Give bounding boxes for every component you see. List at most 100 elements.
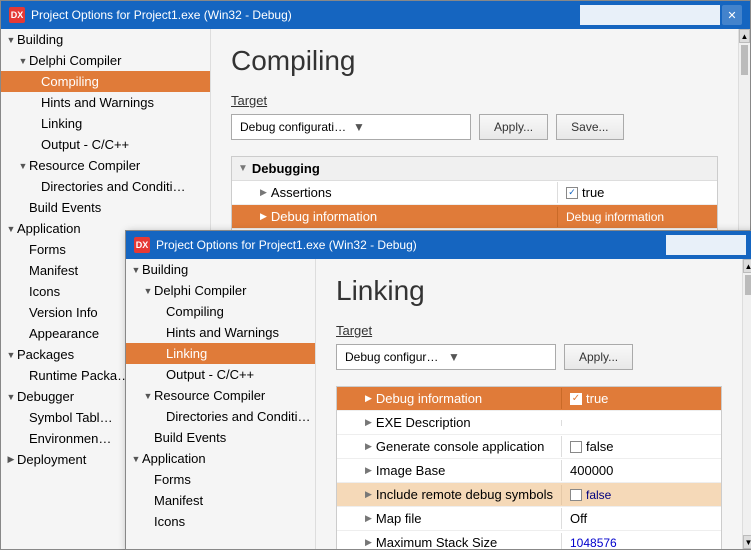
dropdown-arrow-icon: ▼ xyxy=(353,120,462,134)
overlay-apply-button[interactable]: Apply... xyxy=(564,344,633,370)
link-row-arrow5: ▶ xyxy=(365,489,372,500)
main-search-input[interactable] xyxy=(580,5,720,25)
close-button[interactable]: ✕ xyxy=(722,5,742,25)
overlay-titlebar-left: DX Project Options for Project1.exe (Win… xyxy=(134,237,417,253)
image-base-name: ▶ Image Base xyxy=(337,460,561,481)
overlay-label-build: Build Events xyxy=(154,430,226,445)
overlay-label-building: Building xyxy=(142,262,188,277)
overlay-content: Linking Target Debug configuration - Win… xyxy=(316,259,742,549)
sidebar-item-hints[interactable]: Hints and Warnings xyxy=(1,92,210,113)
sidebar-label-building: Building xyxy=(17,32,63,47)
sidebar-item-building[interactable]: Building xyxy=(1,29,210,50)
overlay-controls xyxy=(666,235,746,255)
link-debug-row[interactable]: ▶ Debug information ✓ true xyxy=(337,387,721,411)
sidebar-label-debugger: Debugger xyxy=(17,389,74,404)
sidebar-label-runtime: Runtime Packa… xyxy=(29,368,130,383)
overlay-search-input[interactable] xyxy=(666,235,746,255)
overlay-sidebar-app[interactable]: Application xyxy=(126,448,315,469)
max-stack-row[interactable]: ▶ Maximum Stack Size 1048576 xyxy=(337,531,721,549)
overlay-dropdown-value: Debug configuration - Windows 32-bit pla… xyxy=(345,350,444,364)
overlay-sidebar-hints[interactable]: Hints and Warnings xyxy=(126,322,315,343)
sidebar-item-compiling[interactable]: Compiling xyxy=(1,71,210,92)
overlay-sidebar-manifest[interactable]: Manifest xyxy=(126,490,315,511)
overlay-arrow-build xyxy=(142,432,154,444)
apply-button[interactable]: Apply... xyxy=(479,114,548,140)
overlay-arrow-hints xyxy=(154,327,166,339)
overlay-body: Building Delphi Compiler Compiling Hints… xyxy=(126,259,751,549)
overlay-target-dropdown[interactable]: Debug configuration - Windows 32-bit pla… xyxy=(336,344,556,370)
overlay-target-label: Target xyxy=(336,323,722,338)
sidebar-item-linking[interactable]: Linking xyxy=(1,113,210,134)
debug-info-row[interactable]: ▶ Debug information Debug information xyxy=(232,205,717,229)
overlay-sidebar-dirs[interactable]: Directories and Conditi… xyxy=(126,406,315,427)
overlay-scroll-thumb[interactable] xyxy=(745,275,751,295)
main-titlebar: DX Project Options for Project1.exe (Win… xyxy=(1,1,750,29)
overlay-label-hints: Hints and Warnings xyxy=(166,325,279,340)
overlay-arrow-app xyxy=(130,453,142,465)
overlay-label-output: Output - C/C++ xyxy=(166,367,254,382)
assertions-row[interactable]: ▶ Assertions true xyxy=(232,181,717,205)
link-row-arrow2: ▶ xyxy=(365,417,372,428)
tree-arrow-delphi xyxy=(17,55,29,67)
overlay-target-row: Debug configuration - Windows 32-bit pla… xyxy=(336,344,722,370)
save-button[interactable]: Save... xyxy=(556,114,623,140)
overlay-arrow-dirs xyxy=(154,411,166,423)
overlay-scrollbar[interactable]: ▲ ▼ xyxy=(742,259,751,549)
overlay-sidebar-output[interactable]: Output - C/C++ xyxy=(126,364,315,385)
sidebar-label-build: Build Events xyxy=(29,200,101,215)
assertions-val: true xyxy=(557,182,717,203)
overlay-sidebar-build[interactable]: Build Events xyxy=(126,427,315,448)
sidebar-label-symbol: Symbol Tabl… xyxy=(29,410,113,425)
exe-desc-row[interactable]: ▶ EXE Description xyxy=(337,411,721,435)
tree-arrow-debugger xyxy=(5,391,17,403)
link-row-arrow7: ▶ xyxy=(365,537,372,548)
image-base-row[interactable]: ▶ Image Base 400000 xyxy=(337,459,721,483)
tree-arrow-symbol xyxy=(17,412,29,424)
overlay-arrow-forms xyxy=(142,474,154,486)
sidebar-label-version: Version Info xyxy=(29,305,98,320)
overlay-arrow-resource xyxy=(142,390,154,402)
max-stack-val: 1048576 xyxy=(561,533,721,550)
sidebar-item-delphi-compiler[interactable]: Delphi Compiler xyxy=(1,50,210,71)
remote-debug-val: false xyxy=(561,485,721,505)
overlay-sidebar-delphi[interactable]: Delphi Compiler xyxy=(126,280,315,301)
overlay-label-icons: Icons xyxy=(154,514,185,529)
sidebar-item-directories[interactable]: Directories and Conditi… xyxy=(1,176,210,197)
tree-arrow-version xyxy=(17,307,29,319)
tree-arrow-packages xyxy=(5,349,17,361)
scroll-thumb[interactable] xyxy=(741,45,748,75)
overlay-titlebar: DX Project Options for Project1.exe (Win… xyxy=(126,231,751,259)
sidebar-item-resource[interactable]: Resource Compiler xyxy=(1,155,210,176)
assertions-checkbox[interactable] xyxy=(566,187,578,199)
overlay-sidebar-linking[interactable]: Linking xyxy=(126,343,315,364)
scroll-up-btn[interactable]: ▲ xyxy=(739,29,750,43)
console-app-checkbox[interactable] xyxy=(570,441,582,453)
tree-arrow-appearance xyxy=(17,328,29,340)
page-title-linking: Linking xyxy=(336,275,722,307)
row-arrow-icon2: ▶ xyxy=(260,211,267,222)
tree-arrow-deploy xyxy=(5,454,17,466)
titlebar-left: DX Project Options for Project1.exe (Win… xyxy=(9,7,292,23)
debug-info-val: Debug information xyxy=(557,207,717,227)
console-app-row[interactable]: ▶ Generate console application false xyxy=(337,435,721,459)
link-row-arrow3: ▶ xyxy=(365,441,372,452)
sidebar-label-app: Application xyxy=(17,221,81,236)
link-debug-checkbox[interactable]: ✓ xyxy=(570,393,582,405)
overlay-sidebar-forms[interactable]: Forms xyxy=(126,469,315,490)
map-file-row[interactable]: ▶ Map file Off xyxy=(337,507,721,531)
overlay-sidebar-icons[interactable]: Icons xyxy=(126,511,315,532)
debugging-section-header[interactable]: ▼ Debugging xyxy=(232,157,717,181)
overlay-label-linking: Linking xyxy=(166,346,207,361)
overlay-scroll-up[interactable]: ▲ xyxy=(743,259,751,273)
remote-debug-row[interactable]: ▶ Include remote debug symbols false xyxy=(337,483,721,507)
overlay-sidebar-building[interactable]: Building xyxy=(126,259,315,280)
overlay-sidebar-resource[interactable]: Resource Compiler xyxy=(126,385,315,406)
sidebar-label-dirs: Directories and Conditi… xyxy=(41,179,186,194)
sidebar-item-output[interactable]: Output - C/C++ xyxy=(1,134,210,155)
overlay-sidebar-compiling[interactable]: Compiling xyxy=(126,301,315,322)
console-app-name: ▶ Generate console application xyxy=(337,436,561,457)
sidebar-item-build-events[interactable]: Build Events xyxy=(1,197,210,218)
overlay-scroll-down[interactable]: ▼ xyxy=(743,535,751,549)
remote-debug-checkbox[interactable] xyxy=(570,489,582,501)
target-dropdown[interactable]: Debug configuration - Windows 32-bit pla… xyxy=(231,114,471,140)
